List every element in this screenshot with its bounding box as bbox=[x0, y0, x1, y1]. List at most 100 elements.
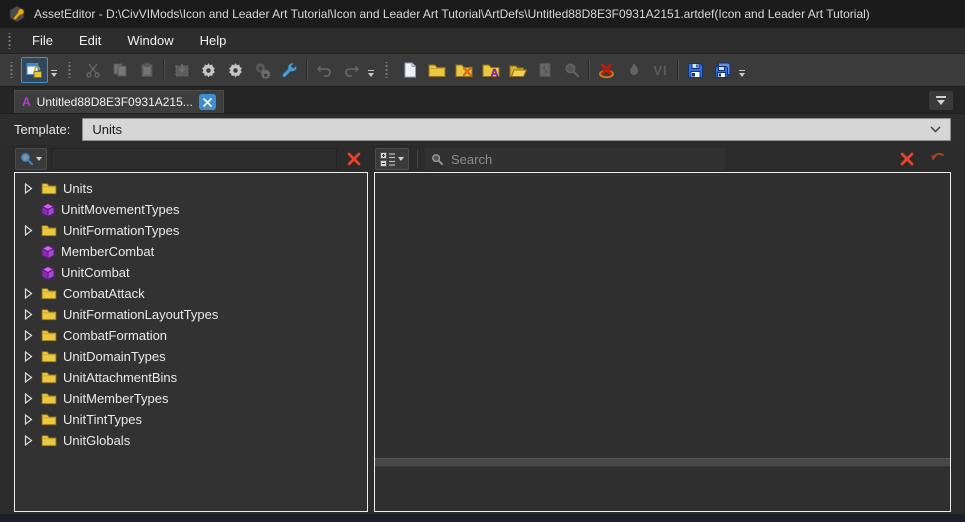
toolbar-overflow-button[interactable] bbox=[48, 57, 60, 83]
tree-row[interactable]: UnitAttachmentBins bbox=[15, 367, 367, 388]
revert-button[interactable] bbox=[924, 148, 950, 170]
document-tab[interactable]: A Untitled88D8E3F0931A215... bbox=[14, 90, 224, 113]
delete-folder-button[interactable] bbox=[450, 57, 477, 83]
template-combobox[interactable]: Units bbox=[82, 118, 951, 141]
detail-panel-header: Search bbox=[374, 146, 951, 172]
toolbar-separator bbox=[306, 60, 308, 80]
folder-icon bbox=[41, 224, 57, 237]
new-folder-button[interactable] bbox=[423, 57, 450, 83]
menu-item[interactable]: Edit bbox=[66, 28, 114, 53]
build-all-button[interactable] bbox=[222, 57, 249, 83]
expander-icon[interactable] bbox=[24, 288, 35, 299]
find-button[interactable] bbox=[558, 57, 585, 83]
rename-folder-button[interactable]: A bbox=[477, 57, 504, 83]
rebuild-button[interactable] bbox=[249, 57, 276, 83]
expander-icon[interactable] bbox=[24, 435, 35, 446]
tree-item-label: Units bbox=[63, 181, 93, 196]
tree-row[interactable]: UnitMemberTypes bbox=[15, 388, 367, 409]
tab-list-dropdown-button[interactable] bbox=[929, 91, 953, 110]
tree-row[interactable]: UnitMovementTypes bbox=[15, 199, 367, 220]
paste-button[interactable] bbox=[133, 57, 160, 83]
horizontal-splitter[interactable] bbox=[375, 458, 950, 467]
detail-panel: Search bbox=[374, 146, 951, 512]
expand-collapse-all-button[interactable] bbox=[375, 148, 409, 170]
search-icon bbox=[431, 153, 444, 166]
expander-icon[interactable] bbox=[24, 372, 35, 383]
tree-row[interactable]: CombatFormation bbox=[15, 325, 367, 346]
folder-icon bbox=[41, 350, 57, 363]
toolbar-drag-grip[interactable] bbox=[384, 62, 389, 78]
expander-icon[interactable] bbox=[24, 309, 35, 320]
new-file-button[interactable] bbox=[396, 57, 423, 83]
menu-bar: File Edit Window Help bbox=[0, 28, 965, 54]
cube-icon bbox=[41, 244, 55, 259]
expander-icon[interactable] bbox=[24, 393, 35, 404]
main-area: Units UnitMovementTypes UnitFormationTyp… bbox=[0, 145, 965, 514]
template-label: Template: bbox=[14, 122, 71, 137]
clear-filter-button[interactable] bbox=[341, 148, 367, 170]
paste-special-button[interactable] bbox=[168, 57, 195, 83]
expander-icon[interactable] bbox=[24, 183, 35, 194]
save-all-button[interactable] bbox=[709, 57, 736, 83]
tab-title: Untitled88D8E3F0931A215... bbox=[36, 95, 193, 109]
tree-row[interactable]: UnitGlobals bbox=[15, 430, 367, 451]
folder-rename-icon: A bbox=[482, 63, 500, 78]
folder-icon bbox=[41, 413, 57, 426]
file-swap-icon bbox=[537, 62, 553, 78]
tree-row[interactable]: Units bbox=[15, 178, 367, 199]
open-folder-button[interactable] bbox=[504, 57, 531, 83]
chevron-down-icon bbox=[930, 126, 941, 133]
detail-footer-area bbox=[375, 467, 950, 511]
copy-button[interactable] bbox=[106, 57, 133, 83]
save-all-icon bbox=[714, 62, 731, 79]
menu-items: File Edit Window Help bbox=[19, 28, 239, 53]
tab-close-button[interactable] bbox=[198, 94, 216, 110]
tree-filter-input[interactable] bbox=[51, 148, 337, 170]
bake-button[interactable] bbox=[620, 57, 647, 83]
asset-editor-window: AssetEditor - D:\CivVIMods\Icon and Lead… bbox=[0, 0, 965, 522]
vi-mode-button[interactable]: VI bbox=[647, 57, 674, 83]
menu-item[interactable]: File bbox=[19, 28, 66, 53]
tree-row[interactable]: UnitFormationTypes bbox=[15, 220, 367, 241]
toolbar-drag-grip[interactable] bbox=[9, 62, 14, 78]
template-selected-value: Units bbox=[92, 122, 122, 137]
expander-icon[interactable] bbox=[24, 414, 35, 425]
title-bar: AssetEditor - D:\CivVIMods\Icon and Lead… bbox=[0, 0, 965, 28]
delete-asset-button[interactable] bbox=[593, 57, 620, 83]
scissors-icon bbox=[85, 62, 101, 78]
tree-row[interactable]: MemberCombat bbox=[15, 241, 367, 262]
expander-icon[interactable] bbox=[24, 351, 35, 362]
asset-lock-button[interactable] bbox=[21, 57, 48, 83]
expander-icon[interactable] bbox=[24, 225, 35, 236]
detail-search-input[interactable]: Search bbox=[425, 148, 725, 170]
tree-search-options-button[interactable] bbox=[15, 148, 47, 170]
tree-row[interactable]: UnitDomainTypes bbox=[15, 346, 367, 367]
toolbar-drag-grip[interactable] bbox=[67, 62, 72, 78]
wrench-icon bbox=[281, 62, 298, 79]
tools-button[interactable] bbox=[276, 57, 303, 83]
swap-asset-button[interactable] bbox=[531, 57, 558, 83]
tree-row[interactable]: UnitTintTypes bbox=[15, 409, 367, 430]
toolbar-overflow-button[interactable] bbox=[365, 57, 377, 83]
tree-item-label: UnitTintTypes bbox=[63, 412, 142, 427]
double-gear-icon bbox=[254, 62, 271, 79]
clear-search-button[interactable] bbox=[894, 148, 920, 170]
cut-button[interactable] bbox=[79, 57, 106, 83]
tree-item-label: UnitGlobals bbox=[63, 433, 131, 448]
menu-item[interactable]: Window bbox=[114, 28, 186, 53]
tree-row[interactable]: CombatAttack bbox=[15, 283, 367, 304]
tree-panel-header bbox=[14, 146, 368, 172]
menu-item[interactable]: Help bbox=[187, 28, 240, 53]
save-button[interactable] bbox=[682, 57, 709, 83]
tree-row[interactable]: UnitFormationLayoutTypes bbox=[15, 304, 367, 325]
redo-button[interactable] bbox=[338, 57, 365, 83]
detail-content-area bbox=[375, 173, 950, 458]
menu-drag-grip[interactable] bbox=[7, 32, 12, 49]
toolbar-overflow-button[interactable] bbox=[736, 57, 748, 83]
tree-row[interactable]: UnitCombat bbox=[15, 262, 367, 283]
chevron-down-icon bbox=[36, 157, 42, 161]
undo-button[interactable] bbox=[311, 57, 338, 83]
expander-icon[interactable] bbox=[24, 330, 35, 341]
build-button[interactable] bbox=[195, 57, 222, 83]
flame-icon bbox=[626, 62, 642, 78]
